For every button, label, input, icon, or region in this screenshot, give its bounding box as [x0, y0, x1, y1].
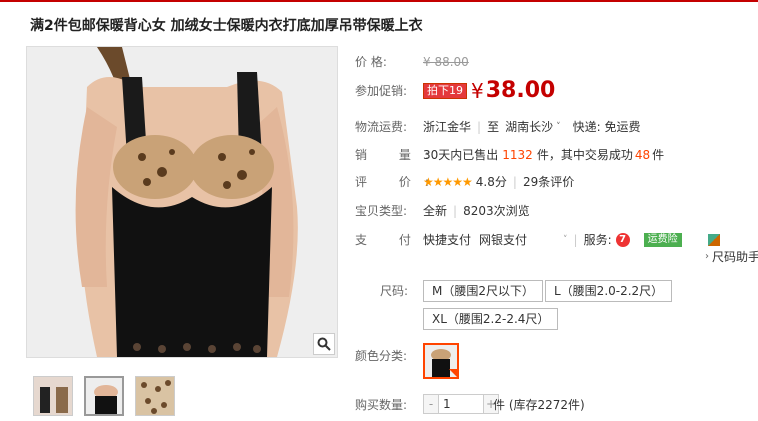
- quantity-label: 购买数量:: [355, 398, 408, 412]
- size-helper-link[interactable]: › 尺码助手: [705, 248, 758, 265]
- shipping-label: 物流运费:: [355, 120, 408, 134]
- sales-suffix: 件: [652, 148, 665, 162]
- original-price: ¥ 88.00: [423, 54, 469, 69]
- size-option-l[interactable]: L（腰围2.0-2.2尺）: [545, 280, 673, 302]
- credit-card-icon[interactable]: [707, 233, 720, 246]
- size-option-m[interactable]: M（腰围2尺以下）: [423, 280, 543, 302]
- color-swatch-image: [425, 345, 457, 377]
- promo-price: 38.00: [485, 78, 556, 103]
- sales-count: 1132: [502, 147, 533, 162]
- shipping-fee: 快递: 免运费: [572, 120, 641, 134]
- product-photo: [27, 47, 337, 357]
- rating-score: 4.8分: [475, 175, 507, 189]
- payment-method-bank: 网银支付: [479, 233, 528, 247]
- reviews-link[interactable]: 29条评价: [523, 173, 574, 190]
- thumbnail-image: [34, 377, 72, 415]
- size-label: 尺码:: [380, 284, 409, 298]
- shipping-to-word: 至: [487, 120, 500, 134]
- service-label: 服务:: [583, 233, 612, 247]
- view-count: 8203次浏览: [463, 204, 530, 218]
- item-condition: 全新: [423, 204, 448, 218]
- thumbnail-image: [136, 377, 174, 415]
- main-product-image[interactable]: [26, 46, 338, 358]
- item-type-row: 宝贝类型: 全新 | 8203次浏览: [355, 203, 530, 219]
- quantity-input[interactable]: 1: [438, 395, 484, 413]
- seven-day-return-icon[interactable]: 7: [615, 232, 630, 247]
- size-helper-text: 尺码助手: [712, 250, 758, 264]
- success-count: 48: [634, 147, 651, 162]
- quantity-stepper[interactable]: - 1 +: [423, 394, 499, 414]
- thumbnail-1[interactable]: [33, 376, 73, 416]
- size-option-xl[interactable]: XL（腰围2.2-2.4尺）: [423, 308, 559, 330]
- chevron-down-icon[interactable]: ˅: [556, 122, 561, 132]
- promo-tag: 拍下19: [423, 82, 467, 99]
- rating-label: 评 价:: [355, 175, 443, 189]
- currency-symbol: ¥: [471, 78, 484, 103]
- chevron-down-icon[interactable]: ˅: [563, 235, 568, 245]
- price-label: 价 格:: [355, 55, 387, 69]
- color-label-row: 颜色分类:: [355, 347, 407, 364]
- sales-prefix: 30天内已售出: [423, 148, 499, 162]
- color-label: 颜色分类:: [355, 349, 408, 363]
- product-title: 满2件包邮保暖背心女 加绒女士保暖内衣打底加厚吊带保暖上衣: [30, 18, 423, 34]
- thumbnail-2[interactable]: [84, 376, 124, 416]
- shipping-insurance-badge[interactable]: 运费险: [643, 232, 682, 247]
- rating-stars: ★★★★★: [423, 174, 473, 189]
- shipping-destination[interactable]: 湖南长沙: [505, 118, 553, 135]
- top-accent-bar: [0, 0, 758, 2]
- rating-row: 评 价: ★★★★★ 4.8分 | 29条评价: [355, 173, 575, 190]
- stock-row: 件 (库存2272件): [493, 396, 585, 413]
- quantity-label-row: 购买数量:: [355, 396, 407, 413]
- shipping-row: 物流运费: 浙江金华 | 至 湖南长沙 ˅ 快递: 免运费: [355, 118, 641, 135]
- chevron-right-icon: ›: [705, 251, 709, 262]
- shipping-from: 浙江金华: [423, 120, 472, 134]
- thumbnail-3[interactable]: [135, 376, 175, 416]
- sales-row: 销 量: 30天内已售出 1132 件，其中交易成功 48 件: [355, 146, 664, 163]
- payment-label: 支 付:: [355, 233, 443, 247]
- price-row: 价 格: ¥ 88.00: [355, 53, 469, 70]
- promo-price-row: 参加促销: 拍下19 ¥ 38.00: [355, 78, 555, 103]
- quantity-decrement-button[interactable]: -: [424, 395, 438, 413]
- promo-label: 参加促销:: [355, 84, 408, 98]
- sales-mid: 件，其中交易成功: [536, 148, 633, 162]
- stock-text: 件 (库存2272件): [493, 398, 585, 412]
- size-label-row: 尺码:: [380, 282, 408, 299]
- zoom-button[interactable]: [313, 333, 335, 355]
- item-type-label: 宝贝类型:: [355, 204, 408, 218]
- payment-method-express: 快捷支付: [423, 233, 472, 247]
- payment-row: 支 付: 快捷支付 网银支付 ˅ | 服务: 7 运费险: [355, 231, 720, 248]
- magnifier-icon: [317, 337, 331, 351]
- sales-label: 销 量:: [355, 148, 443, 162]
- color-option-black[interactable]: [423, 343, 459, 379]
- thumbnail-image: [86, 378, 122, 414]
